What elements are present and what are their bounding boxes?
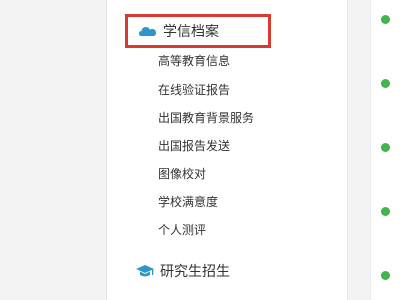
bullet-dot	[381, 15, 390, 24]
menu-item-overseas-education-background[interactable]: 出国教育背景服务	[158, 110, 254, 126]
menu-item-personal-assessment[interactable]: 个人测评	[158, 222, 206, 238]
section-title-graduate-admission: 研究生招生	[160, 264, 230, 280]
menu-item-school-satisfaction[interactable]: 学校满意度	[158, 194, 218, 210]
bullet-dot	[381, 79, 390, 88]
menu-item-online-verification-report[interactable]: 在线验证报告	[158, 82, 230, 98]
menu-item-higher-education-info[interactable]: 高等教育信息	[158, 53, 230, 69]
menu-item-image-proofreading[interactable]: 图像校对	[158, 166, 206, 182]
bullet-dot	[381, 207, 390, 216]
section-title-xuexin-archive: 学信档案	[163, 24, 219, 40]
cloud-icon	[135, 20, 161, 42]
section-xuexin-archive[interactable]: 学信档案	[125, 14, 271, 48]
bullet-dot	[381, 271, 390, 280]
menu-item-overseas-report-send[interactable]: 出国报告发送	[158, 138, 230, 154]
graduation-cap-icon	[132, 260, 158, 282]
section-graduate-admission[interactable]: 研究生招生	[125, 254, 271, 288]
page: 学信档案 高等教育信息 在线验证报告 出国教育背景服务 出国报告发送 图像校对 …	[0, 0, 400, 300]
bullet-dot	[381, 143, 390, 152]
